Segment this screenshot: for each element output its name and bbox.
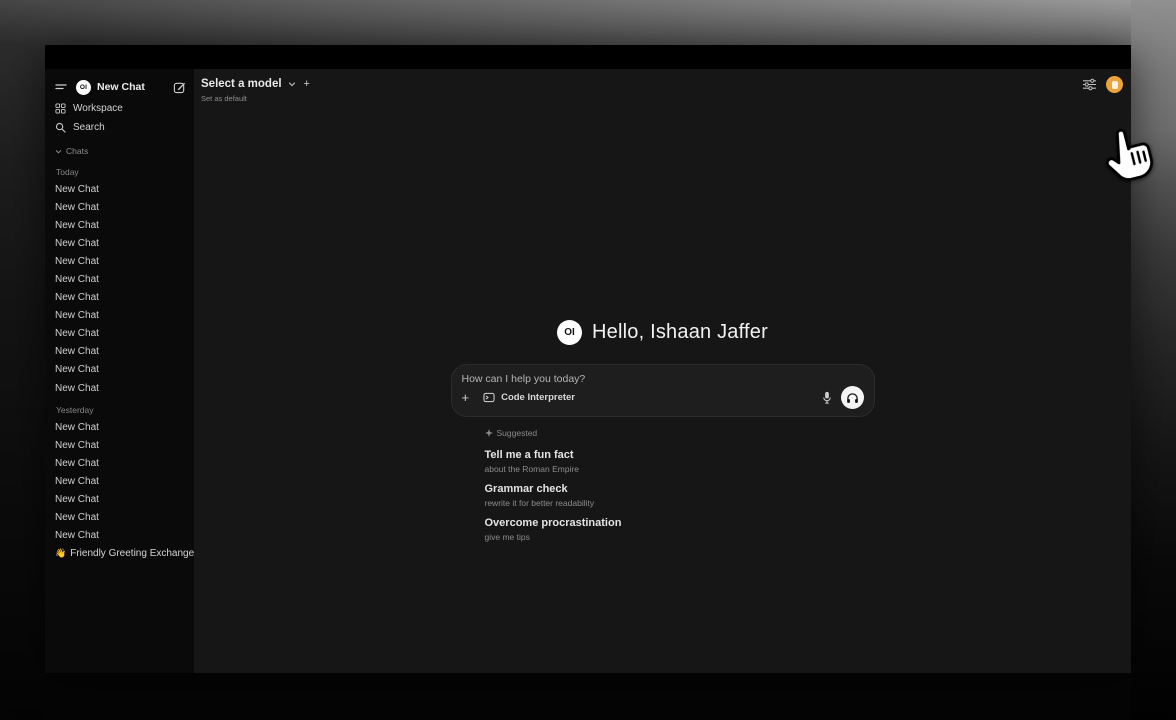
headphones-icon bbox=[846, 392, 859, 404]
desktop-background-bottom bbox=[45, 673, 1131, 720]
chat-list-item[interactable]: New Chat bbox=[55, 472, 186, 490]
new-chat-icon[interactable] bbox=[173, 81, 186, 94]
chat-list-item[interactable]: New Chat bbox=[55, 325, 186, 343]
chat-list-item[interactable]: New Chat bbox=[55, 418, 186, 436]
microphone-icon[interactable] bbox=[822, 391, 832, 404]
chat-list-item[interactable]: New Chat bbox=[55, 343, 186, 361]
attach-plus-button[interactable]: + bbox=[462, 391, 470, 404]
suggested-prompts: Tell me a fun fact about the Roman Empire… bbox=[485, 449, 875, 542]
chat-group-label: Yesterday bbox=[56, 400, 186, 415]
chat-title: Friendly Greeting Exchange bbox=[70, 548, 194, 559]
app-window: OI New Chat Workspace Searc bbox=[45, 45, 1131, 673]
app-logo: OI bbox=[76, 80, 91, 95]
chevron-down-icon bbox=[55, 148, 62, 155]
window-top-black-bar bbox=[45, 45, 1131, 69]
chat-list-item[interactable]: New Chat bbox=[55, 198, 186, 216]
chat-list-item[interactable]: New Chat bbox=[55, 454, 186, 472]
chat-groups: TodayNew ChatNew ChatNew ChatNew ChatNew… bbox=[55, 162, 186, 545]
suggested-prompt[interactable]: Tell me a fun fact about the Roman Empire bbox=[485, 449, 875, 474]
set-as-default-link[interactable]: Set as default bbox=[201, 94, 312, 103]
chat-list-item[interactable]: New Chat bbox=[55, 252, 186, 270]
controls-sliders-icon[interactable] bbox=[1082, 78, 1097, 91]
prompt-title: Tell me a fun fact bbox=[485, 449, 875, 462]
prompt-title: Grammar check bbox=[485, 483, 875, 496]
message-composer: + Code Interpreter bbox=[451, 364, 875, 417]
chevron-down-icon bbox=[288, 80, 296, 88]
code-interpreter-label: Code Interpreter bbox=[501, 392, 575, 403]
main-panel: Select a model + Set as default bbox=[194, 69, 1131, 673]
chat-list-item[interactable]: New Chat bbox=[55, 361, 186, 379]
chat-list-item[interactable]: New Chat bbox=[55, 234, 186, 252]
sidebar-item-search[interactable]: Search bbox=[55, 118, 186, 137]
search-icon bbox=[55, 122, 66, 133]
sidebar-title: New Chat bbox=[97, 81, 173, 93]
app-logo: OI bbox=[557, 320, 582, 345]
chat-list-item[interactable]: New Chat bbox=[55, 527, 186, 545]
desktop-background-top bbox=[0, 0, 1176, 46]
chat-group-label: Today bbox=[56, 162, 186, 177]
chat-list-item[interactable]: New Chat bbox=[55, 289, 186, 307]
prompt-subtitle: give me tips bbox=[485, 532, 875, 542]
prompt-title: Overcome procrastination bbox=[485, 517, 875, 530]
desktop-background-left bbox=[0, 46, 45, 720]
desktop: OI New Chat Workspace Searc bbox=[0, 0, 1176, 720]
suggested-label: Suggested bbox=[497, 428, 538, 438]
prompt-subtitle: rewrite it for better readability bbox=[485, 498, 875, 508]
sidebar: OI New Chat Workspace Searc bbox=[45, 69, 194, 673]
user-avatar[interactable] bbox=[1106, 76, 1123, 93]
voice-call-button[interactable] bbox=[841, 386, 864, 409]
model-selector-label: Select a model bbox=[201, 78, 282, 90]
workspace-grid-icon bbox=[55, 103, 66, 114]
model-selector[interactable]: Select a model + bbox=[201, 78, 312, 90]
chats-section-header[interactable]: Chats bbox=[55, 143, 186, 159]
chat-list-item[interactable]: New Chat bbox=[55, 491, 186, 509]
chats-section-label: Chats bbox=[66, 146, 88, 156]
sidebar-item-workspace[interactable]: Workspace bbox=[55, 99, 186, 118]
chat-list-item[interactable]: New Chat bbox=[55, 270, 186, 288]
chat-list-item[interactable]: New Chat bbox=[55, 509, 186, 527]
chat-list-item[interactable]: New Chat bbox=[55, 379, 186, 397]
sidebar-item-label: Search bbox=[73, 122, 105, 133]
chat-list-item[interactable]: New Chat bbox=[55, 216, 186, 234]
terminal-icon bbox=[483, 392, 495, 403]
wave-emoji: 👋 bbox=[55, 548, 66, 559]
add-model-button[interactable]: + bbox=[302, 78, 312, 90]
code-interpreter-toggle[interactable]: Code Interpreter bbox=[483, 392, 575, 403]
message-input[interactable] bbox=[462, 373, 864, 385]
sidebar-item-label: Workspace bbox=[73, 103, 123, 114]
chat-list-item[interactable]: New Chat bbox=[55, 436, 186, 454]
chat-list-item-named[interactable]: 👋 Friendly Greeting Exchange bbox=[55, 545, 186, 563]
suggested-prompt[interactable]: Grammar check rewrite it for better reada… bbox=[485, 483, 875, 508]
chat-list-item[interactable]: New Chat bbox=[55, 180, 186, 198]
sidebar-toggle-icon[interactable] bbox=[55, 81, 67, 93]
suggested-prompt[interactable]: Overcome procrastination give me tips bbox=[485, 517, 875, 542]
desktop-background-right bbox=[1131, 0, 1176, 720]
sparkle-icon bbox=[485, 429, 493, 437]
greeting-text: Hello, Ishaan Jaffer bbox=[592, 321, 768, 344]
chat-list-item[interactable]: New Chat bbox=[55, 307, 186, 325]
prompt-subtitle: about the Roman Empire bbox=[485, 464, 875, 474]
